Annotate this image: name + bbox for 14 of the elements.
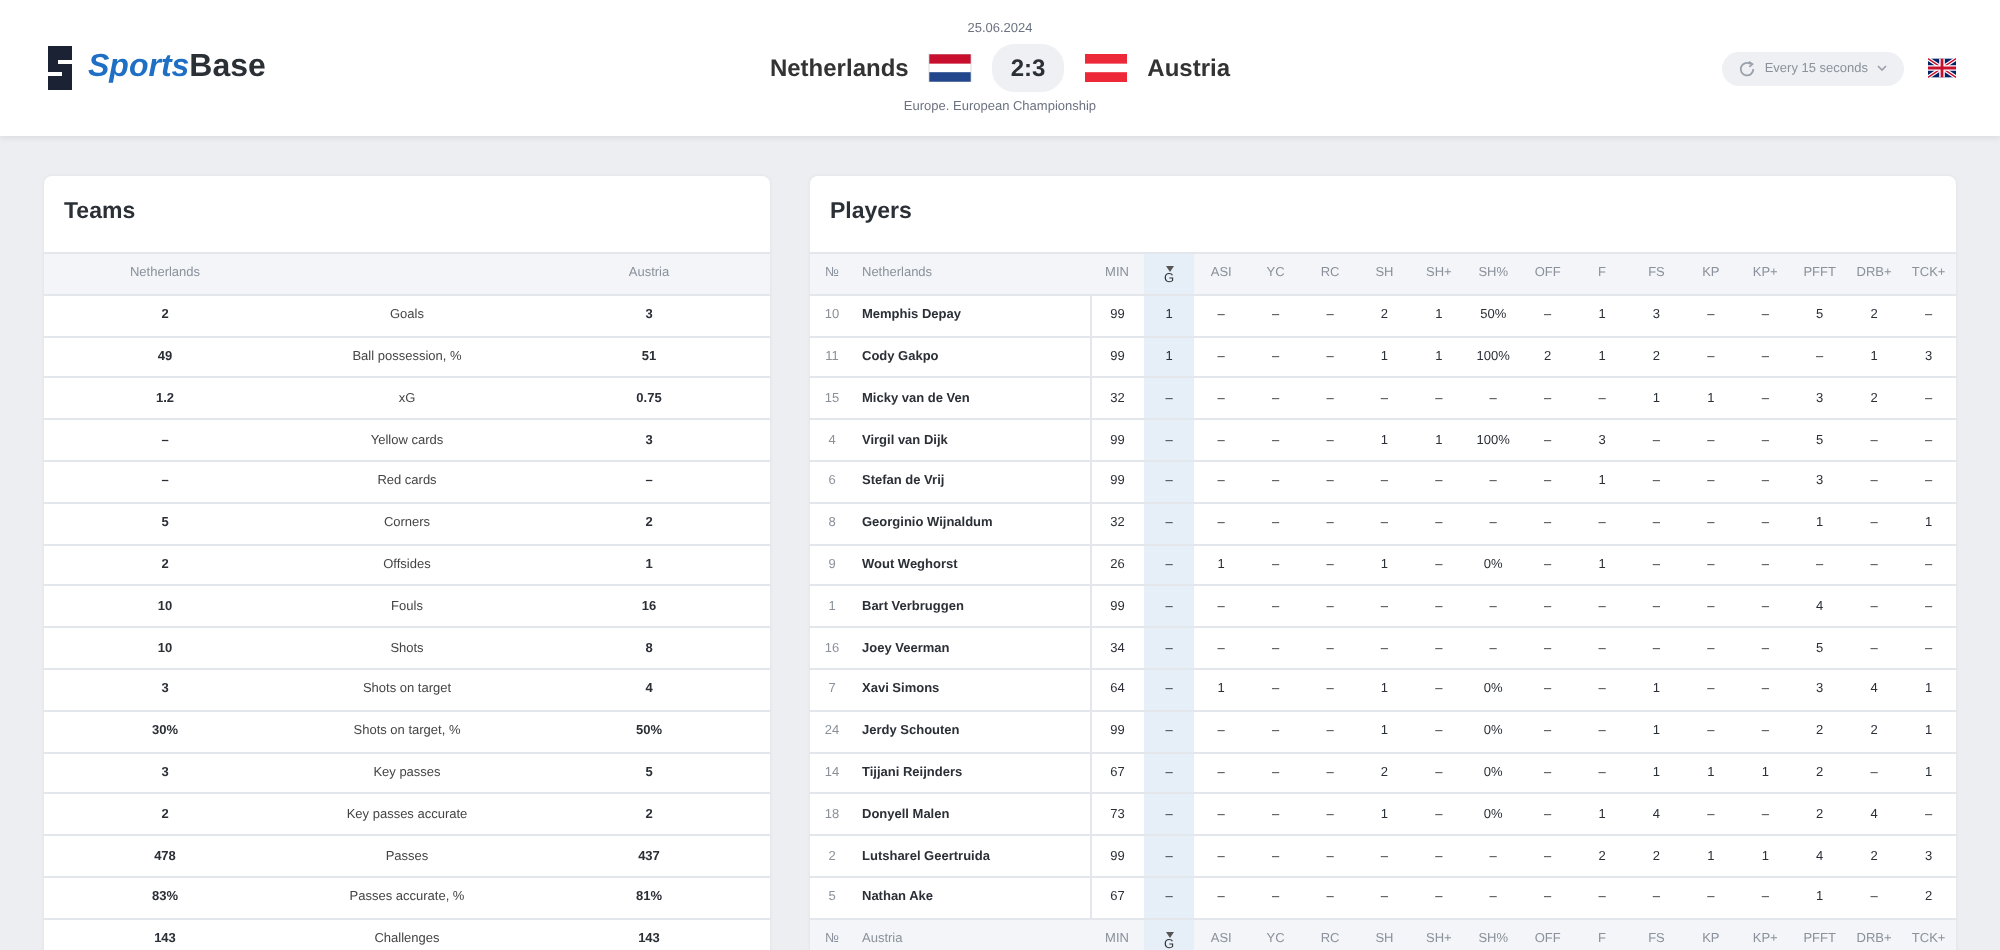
team-name: Austria (1147, 54, 1231, 82)
caret-icon (1876, 62, 1888, 74)
panel-title: Players (828, 198, 914, 228)
score: 2:3 (992, 44, 1064, 92)
team-name: Netherlands (769, 54, 909, 82)
sort-icon (1165, 931, 1173, 938)
logo-icon (44, 46, 76, 90)
flag-icon (1083, 54, 1128, 82)
sort-icon (1165, 265, 1173, 272)
flag-icon (928, 54, 973, 82)
panel-title: Teams (62, 198, 138, 228)
refresh-icon (1738, 59, 1757, 77)
flag-icon[interactable] (1928, 58, 1956, 78)
logo[interactable]: SportsBase (88, 50, 266, 86)
